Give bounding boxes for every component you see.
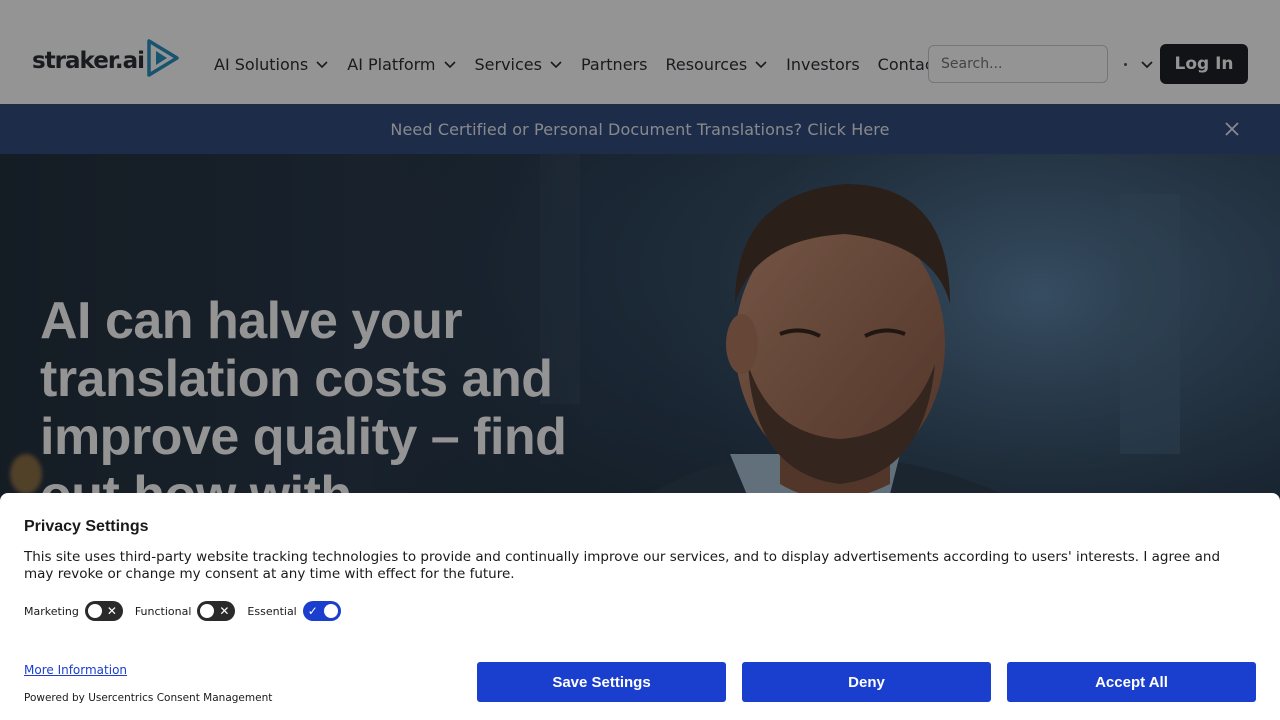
toggle-knob (87, 604, 102, 618)
x-icon: ✕ (219, 604, 230, 618)
toggle-knob (323, 604, 338, 618)
accept-all-button[interactable]: Accept All (1007, 662, 1256, 702)
essential-toggle[interactable]: ✓ (302, 601, 341, 621)
privacy-settings-dialog: Privacy Settings This site uses third-pa… (0, 493, 1280, 720)
checkmark-icon: ✓ (307, 604, 318, 618)
toggle-label-functional: Functional (134, 604, 192, 618)
more-information-link[interactable]: More Information (24, 663, 127, 677)
toggle-label-essential: Essential (247, 604, 297, 618)
consent-toggles: Marketing ✕ Functional ✕ Essential ✓ (24, 601, 353, 621)
dialog-title: Privacy Settings (24, 518, 149, 535)
dialog-description: This site uses third-party website track… (24, 549, 1221, 582)
functional-toggle[interactable]: ✕ (197, 601, 236, 621)
x-icon: ✕ (106, 604, 117, 618)
deny-button[interactable]: Deny (742, 662, 991, 702)
powered-by-text: Powered by Usercentrics Consent Manageme… (24, 692, 273, 704)
save-settings-button[interactable]: Save Settings (477, 662, 726, 702)
toggle-label-marketing: Marketing (24, 604, 79, 618)
marketing-toggle[interactable]: ✕ (84, 601, 123, 621)
toggle-knob (200, 604, 215, 618)
